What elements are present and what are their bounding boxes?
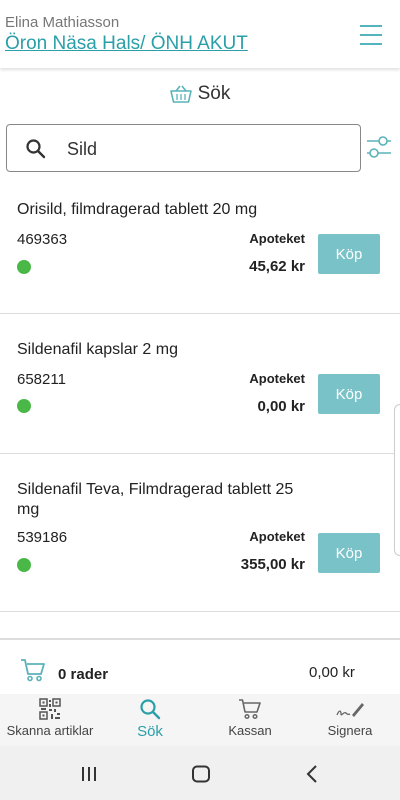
- product-price: 45,62 kr: [249, 258, 305, 275]
- nav-label: Kassan: [228, 723, 272, 738]
- product-source: Apoteket: [249, 231, 305, 246]
- buy-button[interactable]: Köp: [318, 533, 380, 573]
- back-icon[interactable]: [304, 765, 320, 783]
- cart-icon: [21, 659, 45, 682]
- nav-item-scan[interactable]: Skanna artiklar: [0, 694, 100, 746]
- qr-code-icon: [39, 698, 61, 720]
- product-price: 355,00 kr: [240, 556, 305, 573]
- nav-item-checkout[interactable]: Kassan: [200, 694, 300, 746]
- product-item: Orisild, filmdragerad tablett 20 mg 4693…: [0, 186, 400, 314]
- search-title-label: Sök: [197, 83, 231, 104]
- user-name: Elina Mathiasson: [5, 14, 120, 31]
- nav-item-sign[interactable]: Signera: [300, 694, 400, 746]
- product-source: Apoteket: [249, 371, 305, 386]
- search-input[interactable]: [67, 135, 347, 163]
- bottom-navigation: Skanna artiklar Sök Kassan Signera: [0, 694, 400, 746]
- search-icon: [140, 699, 161, 720]
- product-code: 658211: [17, 371, 66, 388]
- buy-button[interactable]: Köp: [318, 234, 380, 274]
- product-code: 539186: [17, 529, 68, 546]
- home-icon[interactable]: [191, 765, 211, 783]
- system-navigation-bar: [0, 746, 400, 800]
- cart-rows-count: 0 rader: [58, 666, 109, 683]
- search-field[interactable]: [6, 124, 361, 172]
- search-icon: [26, 139, 46, 159]
- product-name: Sildenafil kapslar 2 mg: [17, 341, 178, 358]
- signature-pen-icon: [336, 703, 364, 717]
- nav-label: Signera: [327, 723, 373, 738]
- side-panel-handle[interactable]: [394, 404, 400, 556]
- status-dot: [17, 260, 31, 274]
- product-name: Sildenafil Teva, Filmdragerad tablett 25…: [17, 481, 294, 518]
- cart-total: 0,00 kr: [309, 664, 355, 681]
- filter-sliders-icon[interactable]: [366, 132, 392, 162]
- product-price: 0,00 kr: [257, 398, 305, 415]
- nav-label: Sök: [137, 723, 163, 740]
- status-dot: [17, 558, 31, 572]
- cart-icon: [239, 699, 261, 720]
- product-source: Apoteket: [249, 529, 305, 544]
- search-title: Sök: [0, 78, 400, 110]
- app-header: Elina Mathiasson Öron Näsa Hals/ ÖNH AKU…: [0, 0, 400, 68]
- basket-icon: [169, 85, 192, 103]
- product-code: 469363: [17, 231, 68, 248]
- status-dot: [17, 399, 31, 413]
- nav-label: Skanna artiklar: [6, 723, 94, 738]
- recent-apps-icon[interactable]: [80, 765, 98, 783]
- department-link[interactable]: Öron Näsa Hals/ ÖNH AKUT: [5, 33, 248, 55]
- cart-summary[interactable]: 0 rader 0,00 kr: [0, 638, 400, 694]
- nav-item-search[interactable]: Sök: [100, 694, 200, 746]
- product-item: Sildenafil kapslar 2 mg 658211 Apoteket …: [0, 314, 400, 454]
- product-item: Sildenafil Teva, Filmdragerad tablett 25…: [0, 454, 400, 612]
- buy-button[interactable]: Köp: [318, 374, 380, 414]
- product-name: Orisild, filmdragerad tablett 20 mg: [17, 201, 258, 218]
- hamburger-menu-icon[interactable]: [358, 22, 386, 48]
